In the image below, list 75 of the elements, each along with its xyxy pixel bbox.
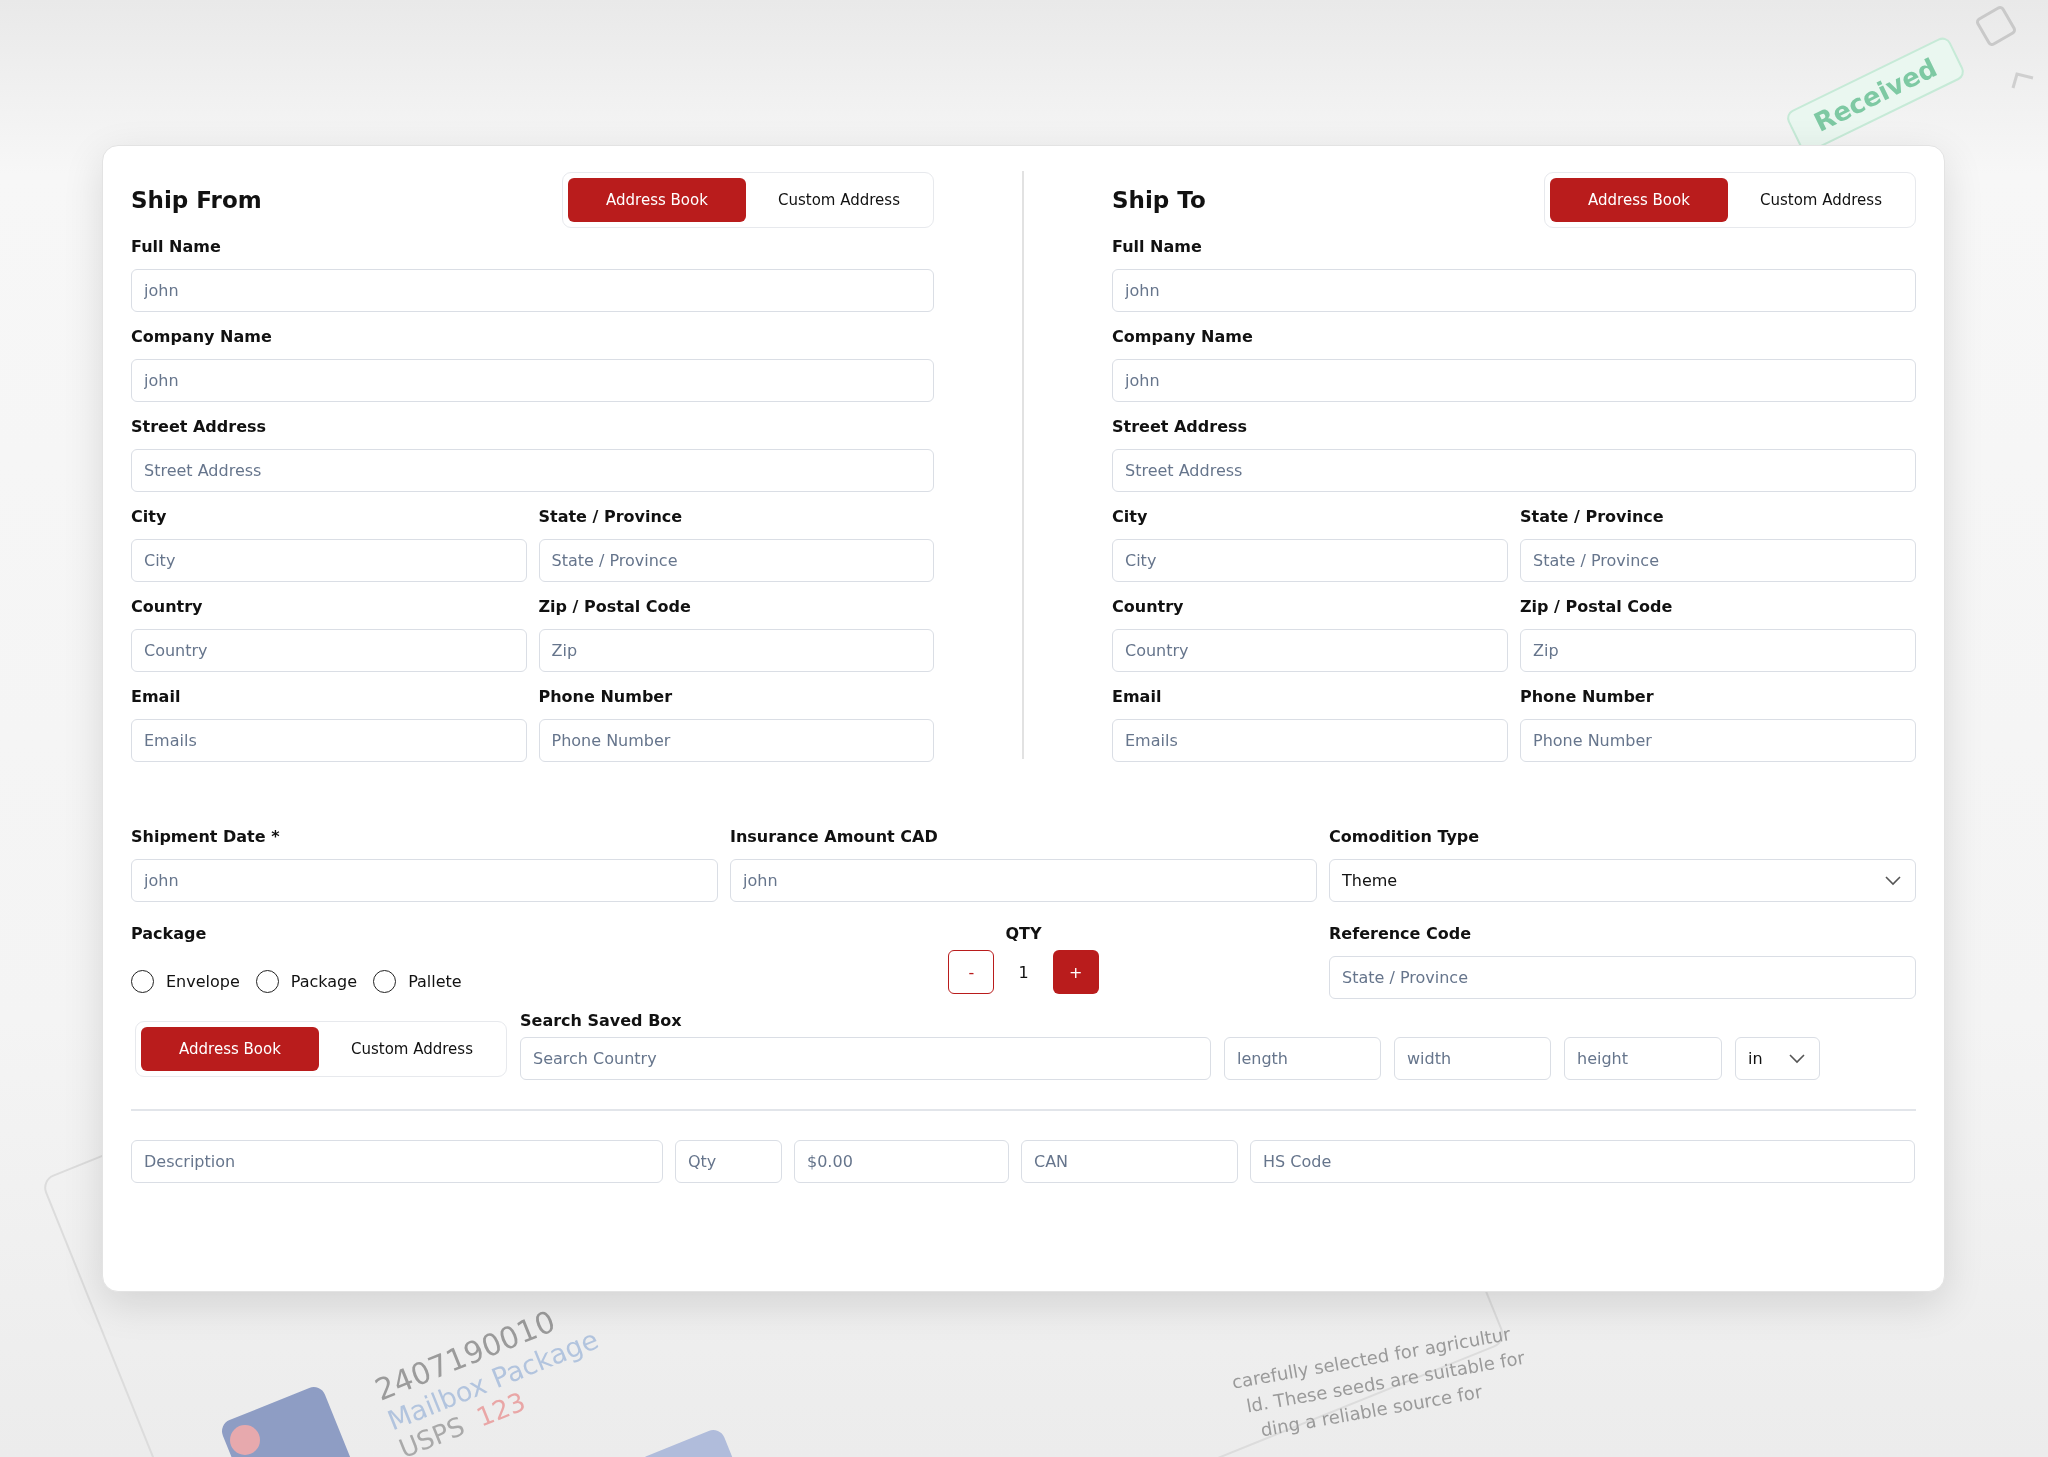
field-label: QTY bbox=[1005, 923, 1042, 945]
field-label: State / Province bbox=[1520, 506, 1665, 528]
text-field[interactable]: Country bbox=[1112, 629, 1508, 672]
dropdown[interactable]: in bbox=[1735, 1037, 1820, 1080]
text-field[interactable]: john bbox=[1112, 269, 1916, 312]
field-label: City bbox=[131, 506, 168, 528]
field-label: Country bbox=[131, 596, 204, 618]
text-field[interactable]: $0.00 bbox=[794, 1139, 1009, 1183]
field-label: Shipment Date * bbox=[131, 826, 281, 848]
quantity-value: 1 bbox=[1018, 962, 1029, 982]
text-field[interactable]: Phone Number bbox=[538, 719, 934, 762]
field-label: Country bbox=[1112, 596, 1185, 618]
text-field[interactable]: length bbox=[1224, 1037, 1381, 1080]
text-field[interactable]: john bbox=[730, 859, 1317, 902]
field-label: Email bbox=[1112, 686, 1163, 708]
text-field[interactable]: Street Address bbox=[1112, 449, 1916, 492]
square-outline-icon bbox=[1974, 4, 2018, 48]
text-field[interactable]: Emails bbox=[1112, 719, 1508, 762]
segment-tab[interactable]: Custom Address bbox=[750, 178, 928, 222]
text-field[interactable]: Description bbox=[131, 1139, 663, 1183]
decrement-button[interactable]: - bbox=[948, 950, 995, 994]
text-field[interactable]: height bbox=[1564, 1037, 1722, 1080]
text-field[interactable]: Phone Number bbox=[1520, 719, 1916, 762]
text-field[interactable]: HS Code bbox=[1250, 1139, 1915, 1183]
text-field[interactable]: Country bbox=[131, 629, 527, 672]
section-title: Ship To bbox=[1112, 187, 1206, 213]
caret-icon bbox=[2010, 70, 2036, 90]
text-field[interactable]: CAN bbox=[1021, 1139, 1238, 1183]
text-field[interactable]: john bbox=[1112, 359, 1916, 402]
field-label: Zip / Postal Code bbox=[538, 596, 692, 618]
field-label: Full Name bbox=[1112, 236, 1203, 258]
text-field[interactable]: Zip bbox=[538, 629, 934, 672]
field-label: Email bbox=[131, 686, 182, 708]
radio-option[interactable]: Envelope bbox=[131, 970, 240, 993]
text-field[interactable]: Qty bbox=[675, 1139, 782, 1183]
text-field[interactable]: State / Province bbox=[1520, 539, 1916, 582]
field-label: Reference Code bbox=[1329, 923, 1473, 945]
text-field[interactable]: Zip bbox=[1520, 629, 1916, 672]
chevron-down-icon bbox=[1789, 1053, 1805, 1064]
segment-tab[interactable]: Custom Address bbox=[1732, 178, 1910, 222]
field-label: Insurance Amount CAD bbox=[730, 826, 939, 848]
text-field[interactable]: Search Country bbox=[520, 1037, 1211, 1080]
field-label: Phone Number bbox=[1520, 686, 1655, 708]
field-label: Company Name bbox=[1112, 326, 1254, 348]
text-field[interactable]: City bbox=[131, 539, 527, 582]
text-field[interactable]: john bbox=[131, 269, 934, 312]
radio-option[interactable]: Pallete bbox=[373, 970, 462, 993]
field-label: Zip / Postal Code bbox=[1520, 596, 1674, 618]
field-label: Full Name bbox=[131, 236, 222, 258]
field-label: Street Address bbox=[131, 416, 268, 438]
field-label: Company Name bbox=[131, 326, 273, 348]
text-field[interactable]: State / Province bbox=[1329, 956, 1916, 999]
chevron-down-icon bbox=[1885, 875, 1901, 886]
field-label: Street Address bbox=[1112, 416, 1249, 438]
segment-tab[interactable]: Custom Address bbox=[323, 1027, 501, 1071]
field-label: Search Saved Box bbox=[520, 1010, 683, 1032]
text-field[interactable]: City bbox=[1112, 539, 1508, 582]
text-field[interactable]: width bbox=[1394, 1037, 1551, 1080]
segment-tab[interactable]: Address Book bbox=[1550, 178, 1728, 222]
increment-button[interactable]: + bbox=[1052, 950, 1099, 994]
field-label: State / Province bbox=[538, 506, 684, 528]
text-field[interactable]: Street Address bbox=[131, 449, 934, 492]
text-field[interactable]: State / Province bbox=[538, 539, 934, 582]
segment-tab[interactable]: Address Book bbox=[568, 178, 746, 222]
text-field[interactable]: john bbox=[131, 359, 934, 402]
field-label: City bbox=[1112, 506, 1149, 528]
dropdown[interactable]: Theme bbox=[1329, 859, 1916, 902]
radio-option[interactable]: Package bbox=[255, 970, 358, 993]
text-field[interactable]: Emails bbox=[131, 719, 527, 762]
field-label: Package bbox=[131, 923, 208, 945]
field-label: Phone Number bbox=[538, 686, 674, 708]
text-field[interactable]: john bbox=[131, 859, 718, 902]
field-label: Comodition Type bbox=[1329, 826, 1481, 848]
segment-tab[interactable]: Address Book bbox=[141, 1027, 319, 1071]
section-title: Ship From bbox=[131, 187, 262, 213]
